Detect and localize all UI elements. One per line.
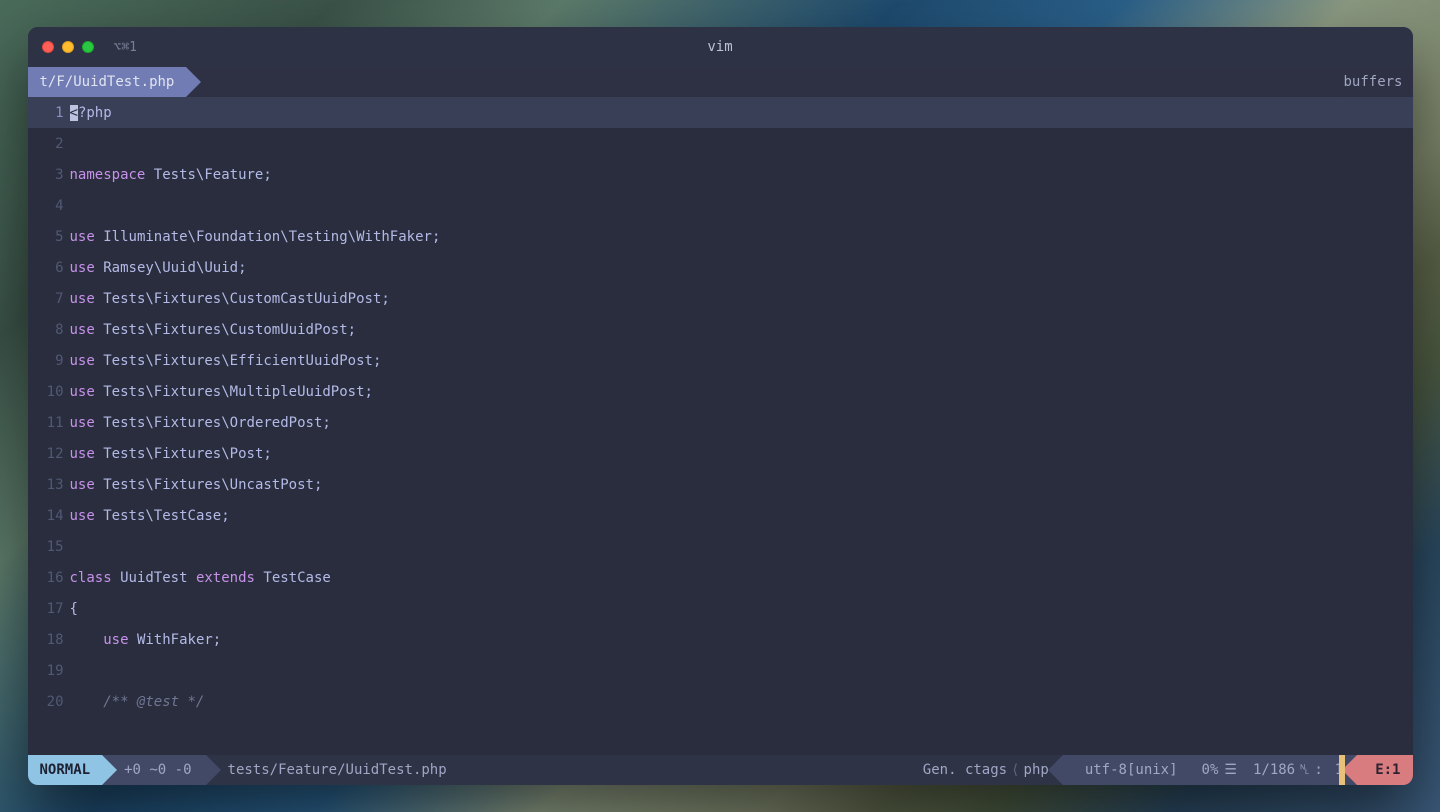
line-number: 1 bbox=[28, 105, 70, 121]
line-number: 3 bbox=[28, 167, 70, 183]
close-icon[interactable] bbox=[42, 41, 54, 53]
code-text: use Illuminate\Foundation\Testing\WithFa… bbox=[70, 229, 441, 245]
code-line[interactable]: 7use Tests\Fixtures\CustomCastUuidPost; bbox=[28, 283, 1413, 314]
error-text: E:1 bbox=[1375, 762, 1400, 778]
tab-label: t/F/UuidTest.php bbox=[40, 74, 175, 90]
code-line[interactable]: 12use Tests\Fixtures\Post; bbox=[28, 438, 1413, 469]
code-text: use Tests\Fixtures\MultipleUuidPost; bbox=[70, 384, 373, 400]
file-path: tests/Feature/UuidTest.php bbox=[206, 755, 461, 785]
line-number: 20 bbox=[28, 694, 70, 710]
code-line[interactable]: 17{ bbox=[28, 593, 1413, 624]
filetype-text: php bbox=[1024, 762, 1049, 778]
line-number: 11 bbox=[28, 415, 70, 431]
code-text: use Tests\TestCase; bbox=[70, 508, 230, 524]
code-text: namespace Tests\Feature; bbox=[70, 167, 272, 183]
statusline-right: Gen. ctags ⟨ php utf-8[unix] 0% ☰ 1/186 … bbox=[909, 755, 1413, 785]
code-text: use Tests\Fixtures\CustomUuidPost; bbox=[70, 322, 357, 338]
code-line[interactable]: 19 bbox=[28, 655, 1413, 686]
code-line[interactable]: 5use Illuminate\Foundation\Testing\WithF… bbox=[28, 221, 1413, 252]
line-number: 7 bbox=[28, 291, 70, 307]
code-line[interactable]: 3namespace Tests\Feature; bbox=[28, 159, 1413, 190]
code-text: use Ramsey\Uuid\Uuid; bbox=[70, 260, 247, 276]
ctags-status: Gen. ctags ⟨ php bbox=[909, 755, 1063, 785]
encoding-text: utf-8[unix] bbox=[1085, 762, 1178, 778]
code-line[interactable]: 16class UuidTest extends TestCase bbox=[28, 562, 1413, 593]
statusline: NORMAL +0 ~0 -0 tests/Feature/UuidTest.p… bbox=[28, 755, 1413, 785]
code-line[interactable]: 9use Tests\Fixtures\EfficientUuidPost; bbox=[28, 345, 1413, 376]
mode-text: NORMAL bbox=[40, 762, 91, 778]
position-section: 0% ☰ 1/186 ␤ : 1 bbox=[1192, 755, 1358, 785]
mode-indicator: NORMAL bbox=[28, 755, 103, 785]
line-number: 19 bbox=[28, 663, 70, 679]
code-text: /** @test */ bbox=[70, 694, 205, 710]
line-number: 5 bbox=[28, 229, 70, 245]
line-number: 2 bbox=[28, 136, 70, 152]
percent-text: 0% bbox=[1202, 762, 1219, 778]
error-badge[interactable]: E:1 bbox=[1357, 755, 1412, 785]
code-line[interactable]: 11use Tests\Fixtures\OrderedPost; bbox=[28, 407, 1413, 438]
code-line[interactable]: 20 /** @test */ bbox=[28, 686, 1413, 717]
maximize-icon[interactable] bbox=[82, 41, 94, 53]
col-sep: : bbox=[1314, 762, 1322, 778]
line-number: 12 bbox=[28, 446, 70, 462]
code-line[interactable]: 8use Tests\Fixtures\CustomUuidPost; bbox=[28, 314, 1413, 345]
line-number: 18 bbox=[28, 632, 70, 648]
code-text: use Tests\Fixtures\UncastPost; bbox=[70, 477, 323, 493]
line-number: 4 bbox=[28, 198, 70, 214]
code-text: <?php bbox=[70, 105, 112, 121]
line-number: 9 bbox=[28, 353, 70, 369]
minimize-icon[interactable] bbox=[62, 41, 74, 53]
lines-icon: ☰ bbox=[1224, 762, 1237, 778]
code-line[interactable]: 6use Ramsey\Uuid\Uuid; bbox=[28, 252, 1413, 283]
code-text: use Tests\Fixtures\EfficientUuidPost; bbox=[70, 353, 382, 369]
git-text: +0 ~0 -0 bbox=[124, 762, 191, 778]
warn-stripe bbox=[1339, 755, 1345, 785]
line-number: 14 bbox=[28, 508, 70, 524]
code-text: use Tests\Fixtures\CustomCastUuidPost; bbox=[70, 291, 390, 307]
hotkey-label: ⌥⌘1 bbox=[114, 40, 137, 55]
code-line[interactable]: 2 bbox=[28, 128, 1413, 159]
tab-active[interactable]: t/F/UuidTest.php bbox=[28, 67, 187, 97]
code-line[interactable]: 14use Tests\TestCase; bbox=[28, 500, 1413, 531]
line-number: 8 bbox=[28, 322, 70, 338]
ln-icon: ␤ bbox=[1299, 762, 1310, 778]
code-text: { bbox=[70, 601, 78, 617]
line-number: 17 bbox=[28, 601, 70, 617]
code-text: use WithFaker; bbox=[70, 632, 222, 648]
code-line[interactable]: 4 bbox=[28, 190, 1413, 221]
line-number: 6 bbox=[28, 260, 70, 276]
code-line[interactable]: 1<?php bbox=[28, 97, 1413, 128]
terminal-window: ⌥⌘1 vim t/F/UuidTest.php buffers 1<?php2… bbox=[28, 27, 1413, 785]
tabline: t/F/UuidTest.php buffers bbox=[28, 67, 1413, 97]
encoding-section: utf-8[unix] bbox=[1063, 755, 1192, 785]
code-line[interactable]: 13use Tests\Fixtures\UncastPost; bbox=[28, 469, 1413, 500]
code-text: use Tests\Fixtures\OrderedPost; bbox=[70, 415, 331, 431]
line-number: 15 bbox=[28, 539, 70, 555]
git-status: +0 ~0 -0 bbox=[102, 755, 205, 785]
tabline-buffers[interactable]: buffers bbox=[1343, 67, 1412, 97]
code-line[interactable]: 15 bbox=[28, 531, 1413, 562]
divider-icon: ⟨ bbox=[1007, 762, 1023, 778]
file-path-text: tests/Feature/UuidTest.php bbox=[228, 762, 447, 778]
line-number: 16 bbox=[28, 570, 70, 586]
code-line[interactable]: 18 use WithFaker; bbox=[28, 624, 1413, 655]
line-number: 13 bbox=[28, 477, 70, 493]
buffers-label: buffers bbox=[1343, 74, 1402, 90]
window-title: vim bbox=[707, 39, 732, 55]
traffic-lights bbox=[42, 41, 94, 53]
code-line[interactable]: 10use Tests\Fixtures\MultipleUuidPost; bbox=[28, 376, 1413, 407]
titlebar: ⌥⌘1 vim bbox=[28, 27, 1413, 67]
line-number: 10 bbox=[28, 384, 70, 400]
position-text: 1/186 bbox=[1253, 762, 1295, 778]
ctags-text: Gen. ctags bbox=[923, 762, 1007, 778]
code-text: class UuidTest extends TestCase bbox=[70, 570, 331, 586]
code-text: use Tests\Fixtures\Post; bbox=[70, 446, 272, 462]
editor-viewport[interactable]: 1<?php23namespace Tests\Feature;45use Il… bbox=[28, 97, 1413, 755]
